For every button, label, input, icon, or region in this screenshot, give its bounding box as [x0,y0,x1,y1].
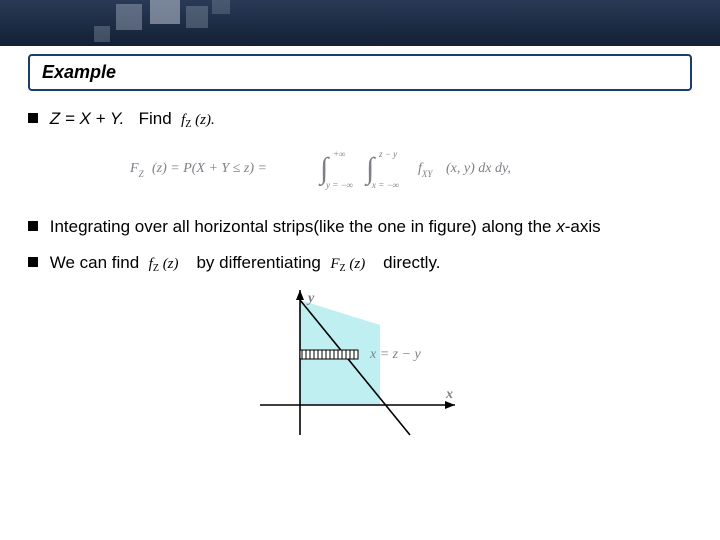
x-axis-label: x [445,387,453,402]
bullet-icon [28,257,38,267]
bullet-1: Z = X + Y. Find fZ (z). [28,109,692,130]
find-label: Find [139,109,172,128]
slide-body: Z = X + Y. Find fZ (z). FZ (z) = P(X + Y… [0,109,720,445]
integral-equation: FZ (z) = P(X + Y ≤ z) = ∫ +∞ y = −∞ ∫ z … [28,146,692,195]
fz-target: fZ (z). [181,112,215,128]
bullet-2: Integrating over all horizontal strips(l… [28,217,692,237]
svg-text:y = −∞: y = −∞ [325,180,353,190]
svg-text:+∞: +∞ [333,149,346,159]
integrate-text: Integrating over all horizontal strips(l… [50,217,557,236]
example-title: Example [42,62,116,82]
svg-text:fXY: fXY [418,161,433,179]
line-equation-label: x = z − y [369,347,422,362]
Fz-symbol: FZ [130,161,145,179]
bullet-icon [28,221,38,231]
z-definition: Z = X + Y. [50,109,125,128]
svg-text:(x, y) dx dy,: (x, y) dx dy, [446,161,511,176]
svg-text:x = −∞: x = −∞ [371,180,399,190]
Fz-cap: FZ (z) [330,256,369,272]
svg-text:(z) = P(X + Y ≤ z) =: (z) = P(X + Y ≤ z) = [152,161,267,176]
y-axis-label: y [306,291,315,306]
example-title-box: Example [28,54,692,91]
horizontal-strip [300,350,358,359]
fz-small: fZ (z) [149,256,183,272]
bullet-icon [28,113,38,123]
svg-text:z − y: z − y [378,149,397,159]
slide-top-banner [0,0,720,46]
bullet-3: We can find fZ (z) by differentiating FZ… [28,253,692,274]
region-figure: y x x = z − y [28,290,692,445]
